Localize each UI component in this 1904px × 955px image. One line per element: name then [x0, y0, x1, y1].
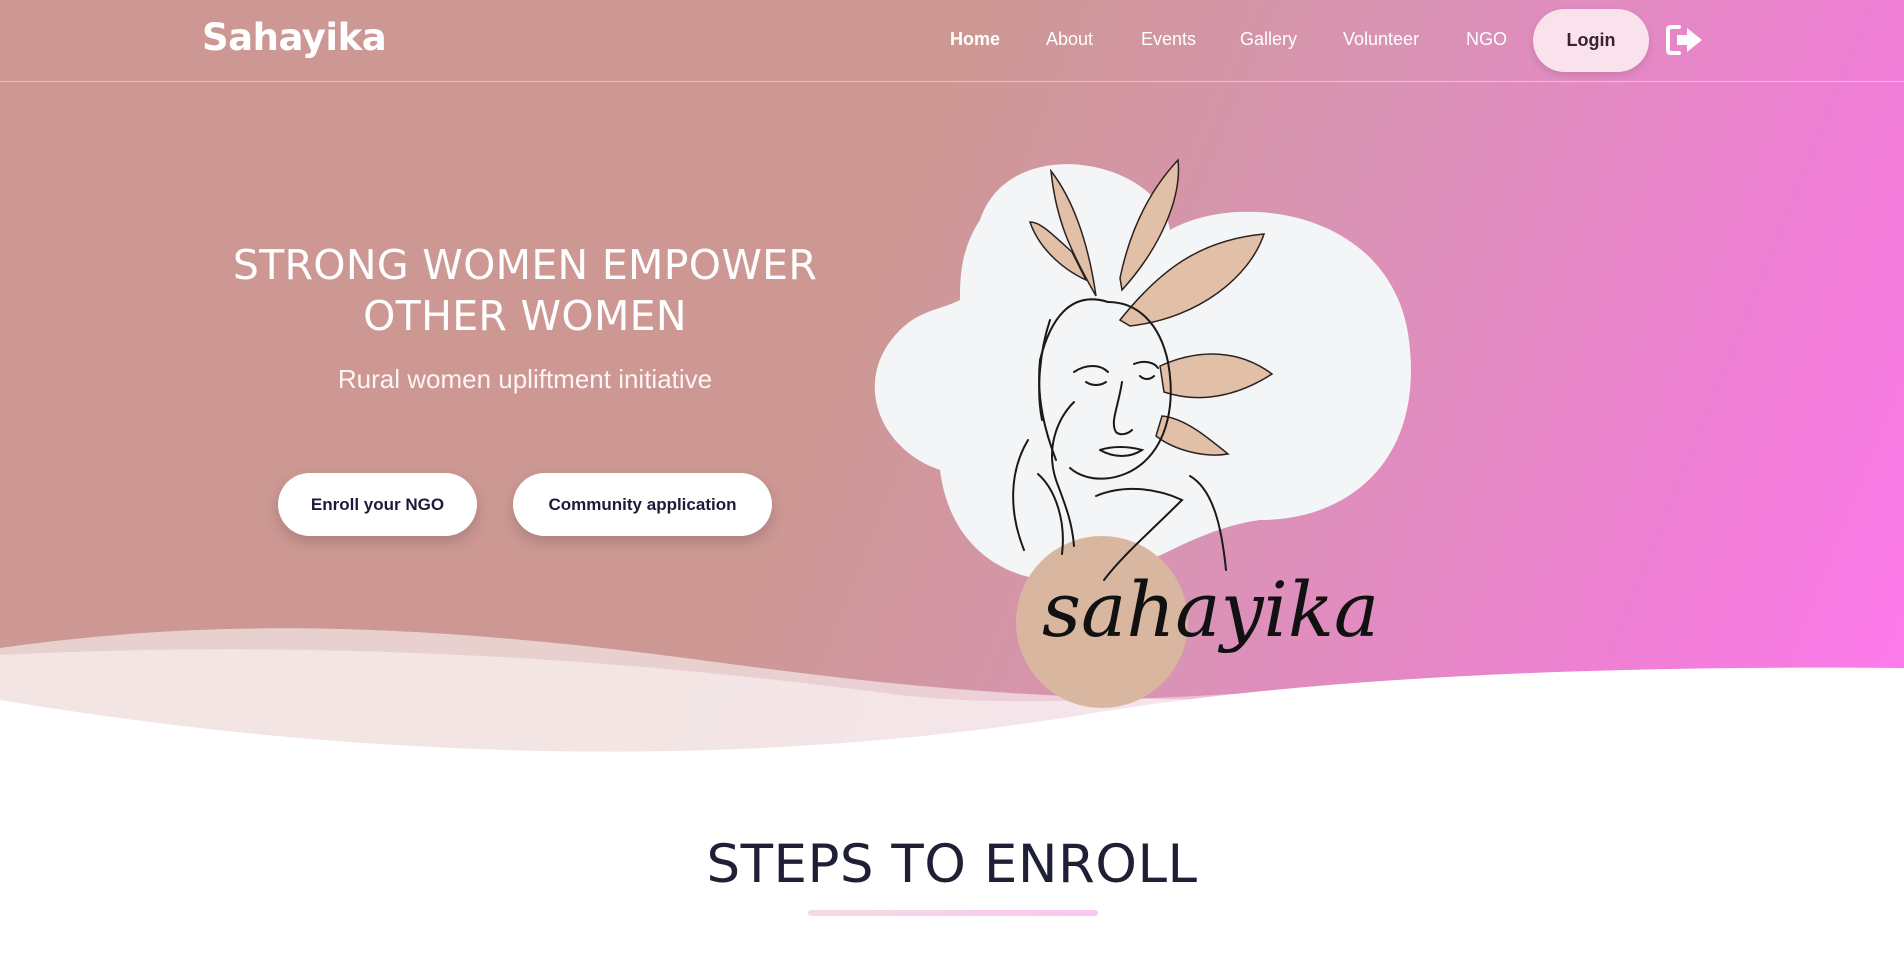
navbar: Sahayika Home About Events Gallery Volun… [0, 0, 1904, 82]
nav-volunteer[interactable]: Volunteer [1343, 29, 1419, 50]
nav-about[interactable]: About [1046, 29, 1093, 50]
login-button[interactable]: Login [1533, 9, 1649, 72]
hero-headline-line2: OTHER WOMEN [363, 292, 687, 340]
hero-headline-line1: STRONG WOMEN EMPOWER [232, 241, 818, 289]
nav-gallery[interactable]: Gallery [1240, 29, 1297, 50]
hero-subheadline: Rural women upliftment initiative [337, 364, 713, 394]
hero-headline: STRONG WOMEN EMPOWER OTHER WOMEN [205, 240, 845, 342]
brand-logo[interactable]: Sahayika [202, 16, 387, 59]
hero-section: Sahayika Home About Events Gallery Volun… [0, 0, 1904, 780]
sign-out-icon[interactable] [1666, 24, 1704, 56]
nav-ngo[interactable]: NGO [1466, 29, 1507, 50]
nav-home[interactable]: Home [950, 29, 1000, 50]
community-application-button[interactable]: Community application [513, 473, 772, 536]
sahayika-logo-illustration: sahayika [874, 158, 1411, 708]
steps-title: STEPS TO ENROLL [706, 834, 1198, 895]
nav-events[interactable]: Events [1141, 29, 1196, 50]
enroll-ngo-button[interactable]: Enroll your NGO [278, 473, 477, 536]
steps-title-underline [808, 910, 1098, 916]
logo-wordmark: sahayika [1042, 565, 1379, 654]
